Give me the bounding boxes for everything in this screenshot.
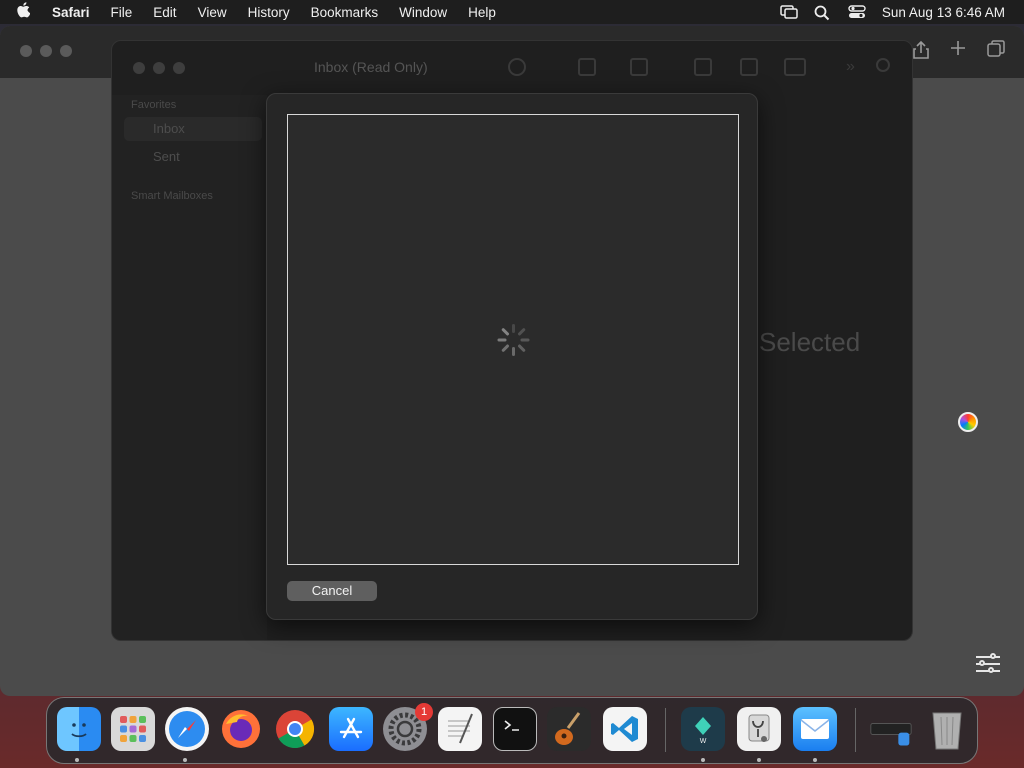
sidebar-item-inbox[interactable]: Inbox bbox=[124, 117, 262, 141]
search-icon[interactable] bbox=[814, 5, 832, 21]
loading-sheet: Cancel bbox=[266, 93, 758, 620]
sidebar-item-sent[interactable]: Sent bbox=[124, 145, 262, 169]
app-store-icon[interactable] bbox=[329, 707, 373, 751]
running-indicator bbox=[757, 758, 761, 762]
dock: W bbox=[46, 697, 978, 764]
spinner-spoke bbox=[511, 324, 515, 333]
filter-icon[interactable] bbox=[508, 58, 526, 76]
downloads-stack-icon[interactable] bbox=[869, 707, 913, 751]
mail-titlebar: Inbox (Read Only) » bbox=[112, 41, 912, 95]
empty-state-text: Selected bbox=[759, 327, 861, 357]
mail-window-title: Inbox (Read Only) bbox=[314, 59, 428, 75]
spinner-spoke bbox=[516, 327, 526, 337]
spinner-spoke bbox=[500, 327, 510, 337]
minimize-window-button[interactable] bbox=[40, 45, 52, 57]
menu-bar: Safari File Edit View History Bookmarks … bbox=[0, 0, 1024, 24]
running-indicator bbox=[701, 758, 705, 762]
textedit-icon[interactable] bbox=[438, 707, 482, 751]
dock-separator bbox=[855, 708, 856, 752]
compose-icon[interactable] bbox=[578, 58, 596, 76]
favorites-header: Favorites bbox=[131, 99, 177, 111]
cancel-button[interactable]: Cancel bbox=[287, 581, 377, 601]
smart-mailboxes-header: Smart Mailboxes bbox=[131, 190, 213, 202]
spinner-spoke bbox=[516, 343, 526, 353]
spinner-spoke bbox=[497, 338, 506, 342]
mail-sidebar: Favorites Inbox Sent Smart Mailboxes bbox=[112, 95, 267, 640]
running-indicator bbox=[75, 758, 79, 762]
close-window-button[interactable] bbox=[20, 45, 32, 57]
stethoscope-icon[interactable] bbox=[737, 707, 781, 751]
menubar-clock[interactable]: Sun Aug 13 6:46 AM bbox=[882, 5, 1005, 20]
content-frame bbox=[287, 114, 739, 565]
vscode-icon[interactable] bbox=[603, 707, 647, 751]
apple-menu-icon[interactable] bbox=[16, 2, 36, 22]
filmora-icon[interactable]: W bbox=[681, 707, 725, 751]
menu-edit[interactable]: Edit bbox=[153, 5, 176, 20]
menu-bookmarks[interactable]: Bookmarks bbox=[311, 5, 379, 20]
mail-minimize-button[interactable] bbox=[153, 62, 165, 74]
running-indicator bbox=[183, 758, 187, 762]
menu-file[interactable]: File bbox=[111, 5, 133, 20]
control-center-icon[interactable] bbox=[848, 5, 866, 19]
dock-separator bbox=[665, 708, 666, 752]
sidebar-item-label: Inbox bbox=[153, 121, 185, 136]
spinner-spoke bbox=[520, 338, 529, 342]
chrome-icon[interactable] bbox=[273, 707, 317, 751]
mail-zoom-button[interactable] bbox=[173, 62, 185, 74]
share-icon[interactable] bbox=[911, 40, 931, 60]
terminal-icon[interactable] bbox=[493, 707, 537, 751]
firefox-icon[interactable] bbox=[219, 707, 263, 751]
trash-icon[interactable] bbox=[925, 707, 969, 751]
sliders-icon[interactable] bbox=[974, 652, 1002, 676]
svg-text:W: W bbox=[700, 738, 707, 744]
mail-close-button[interactable] bbox=[133, 62, 145, 74]
menu-history[interactable]: History bbox=[248, 5, 290, 20]
tab-overview-icon[interactable] bbox=[986, 40, 1006, 60]
mail-search-icon[interactable] bbox=[876, 58, 890, 72]
sidebar-item-label: Sent bbox=[153, 149, 180, 164]
new-message-icon[interactable] bbox=[630, 58, 648, 76]
spinner-spoke bbox=[500, 343, 510, 353]
notification-badge: 1 bbox=[415, 703, 433, 721]
color-picker-icon[interactable] bbox=[958, 412, 978, 432]
guitar-icon[interactable] bbox=[547, 707, 591, 751]
spinner-spoke bbox=[511, 347, 515, 356]
zoom-window-button[interactable] bbox=[60, 45, 72, 57]
running-indicator bbox=[813, 758, 817, 762]
new-tab-icon[interactable] bbox=[948, 40, 968, 60]
safari-icon[interactable] bbox=[165, 707, 209, 751]
menu-window[interactable]: Window bbox=[399, 5, 447, 20]
finder-icon[interactable] bbox=[57, 707, 101, 751]
loading-spinner-icon bbox=[497, 324, 529, 356]
menu-help[interactable]: Help bbox=[468, 5, 496, 20]
trash-icon[interactable] bbox=[740, 58, 758, 76]
menu-view[interactable]: View bbox=[198, 5, 227, 20]
screen-mirroring-icon[interactable] bbox=[780, 5, 798, 19]
archive-icon[interactable] bbox=[694, 58, 712, 76]
more-chevron-icon[interactable]: » bbox=[846, 58, 864, 76]
launchpad-icon[interactable] bbox=[111, 707, 155, 751]
mail-icon[interactable] bbox=[793, 707, 837, 751]
menu-app-name[interactable]: Safari bbox=[52, 5, 90, 20]
junk-icon[interactable] bbox=[784, 58, 806, 76]
